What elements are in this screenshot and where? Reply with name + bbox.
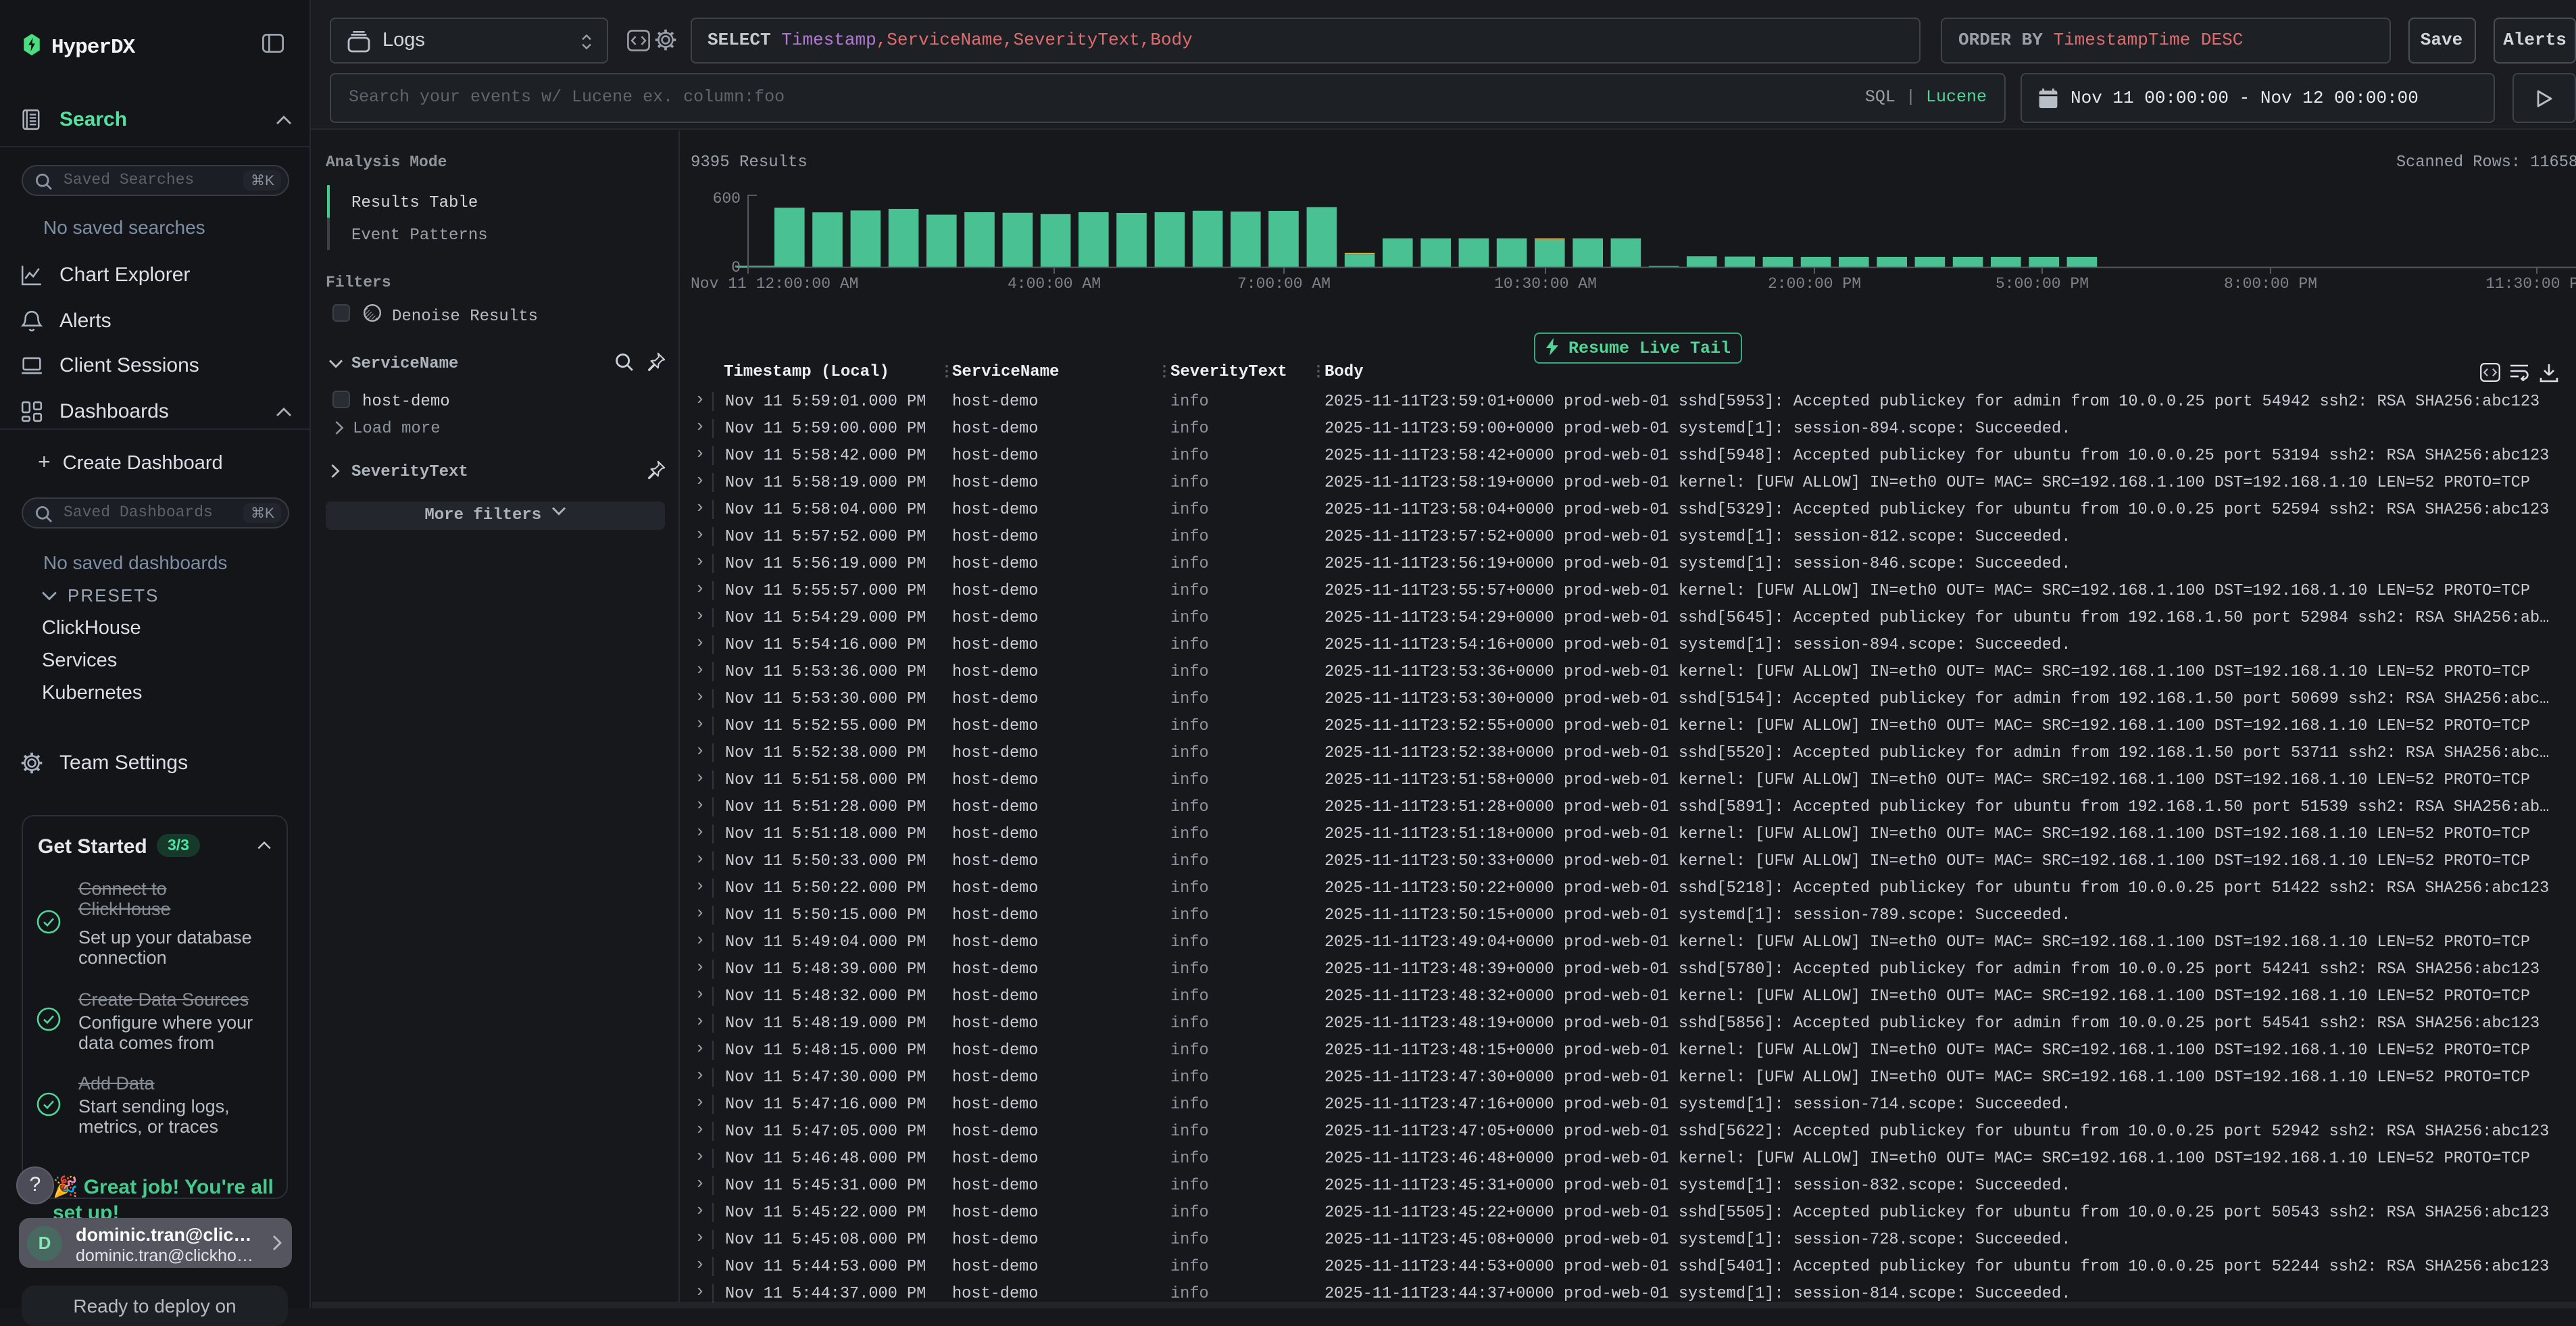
svg-text:0: 0: [731, 259, 741, 276]
svg-text:5:00:00 PM: 5:00:00 PM: [1996, 275, 2089, 293]
svg-text:2:00:00 PM: 2:00:00 PM: [1768, 275, 1861, 293]
svg-text:11:30:00 PM: 11:30:00 PM: [2485, 275, 2576, 293]
svg-text:7:00:00 AM: 7:00:00 AM: [1237, 275, 1331, 293]
svg-text:8:00:00 PM: 8:00:00 PM: [2224, 275, 2317, 293]
svg-text:Nov 11 12:00:00 AM: Nov 11 12:00:00 AM: [691, 275, 858, 293]
svg-text:600: 600: [713, 190, 741, 207]
svg-text:4:00:00 AM: 4:00:00 AM: [1008, 275, 1101, 293]
svg-text:10:30:00 AM: 10:30:00 AM: [1494, 275, 1597, 293]
